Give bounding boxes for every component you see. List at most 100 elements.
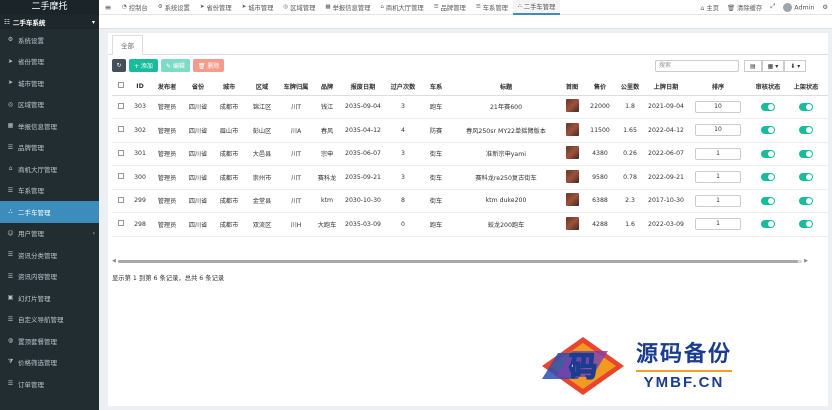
sort-input[interactable]: 1 — [695, 218, 741, 231]
sidebar-item[interactable]: ⛬ 二手车管理 — [0, 201, 99, 223]
row-checkbox-cell[interactable] — [112, 142, 130, 166]
sidebar-item[interactable]: ☺ 用户管理 ‹ — [0, 223, 99, 245]
thumbnail-image[interactable] — [565, 122, 579, 136]
cell-image[interactable] — [560, 165, 584, 190]
thumbnail-image[interactable] — [565, 99, 579, 113]
scroll-right-icon[interactable]: ▶ — [804, 258, 808, 264]
sidebar-item[interactable]: ▣ 幻灯片管理 — [0, 287, 99, 309]
row-checkbox-cell[interactable] — [112, 95, 130, 119]
menu-toggle-icon[interactable]: ≡ — [99, 3, 117, 12]
listing-status-toggle[interactable] — [799, 149, 813, 158]
clear-cache-button[interactable]: 🗑 清除缓存 — [723, 3, 766, 12]
sort-input[interactable]: 1 — [695, 147, 741, 160]
row-checkbox-cell[interactable] — [112, 189, 130, 213]
cell-image[interactable] — [560, 95, 584, 119]
sort-input[interactable]: 10 — [695, 124, 741, 137]
nav-tab[interactable]: ☰ 车系管理 — [471, 0, 513, 15]
sort-input[interactable]: 1 — [695, 171, 741, 184]
edit-button[interactable]: ✎ 编辑 — [160, 59, 190, 72]
cell-title: 春风250sr MY22单摇臂版本 — [452, 118, 560, 143]
thumbnail-image[interactable] — [565, 193, 579, 207]
sidebar-item[interactable]: ☰ 自定义导航管理 — [0, 309, 99, 331]
table-row[interactable]: 303 管理员 四川省 成都市 锦江区 川T 钱江 2035-09-04 3 跑车 21年赛600 2… — [112, 95, 828, 119]
table-row[interactable]: 302 管理员 四川省 眉山市 彭山区 川A 春风 2035-04-12 4 防赛 春风250sr … — [112, 118, 828, 143]
sidebar-item[interactable]: ▦ 举报信息管理 — [0, 115, 99, 137]
columns-button[interactable]: ▦ ▾ — [761, 60, 785, 72]
sidebar-item[interactable]: ⧩ 价格筛选管理 — [0, 352, 99, 374]
sidebar-item[interactable]: ☰ 资讯分类管理 — [0, 244, 99, 266]
user-menu[interactable]: Admin — [779, 2, 818, 12]
row-checkbox-cell[interactable] — [112, 118, 130, 143]
sidebar-item[interactable]: ➤ 城市管理 — [0, 72, 99, 94]
row-checkbox[interactable] — [118, 102, 124, 109]
review-status-toggle[interactable] — [761, 196, 775, 205]
review-status-toggle[interactable] — [761, 173, 775, 182]
row-checkbox-cell[interactable] — [112, 165, 130, 190]
scroll-left-icon[interactable]: ◀ — [112, 258, 116, 264]
thumbnail-image[interactable] — [565, 216, 579, 230]
app-logo[interactable]: 二手摩托 — [0, 0, 99, 15]
sidebar-item[interactable]: ⌂ 商机大厅管理 — [0, 158, 99, 180]
row-checkbox[interactable] — [118, 220, 124, 227]
nav-tab[interactable]: ➤ 城市管理 — [237, 0, 279, 15]
nav-tab[interactable]: ⛬ 二手车管理 — [512, 0, 561, 15]
fullscreen-icon[interactable]: ⤢ — [766, 3, 779, 11]
sidebar-item[interactable]: ☰ 品牌管理 — [0, 137, 99, 159]
listing-status-toggle[interactable] — [799, 126, 813, 135]
horizontal-scrollbar[interactable]: ◀ ▶ — [112, 257, 808, 265]
settings-icon[interactable]: ⚙ — [818, 4, 832, 11]
sort-input[interactable]: 10 — [695, 100, 741, 113]
scroll-thumb[interactable] — [118, 260, 798, 263]
table-row[interactable]: 301 管理员 四川省 成都市 大邑县 川T 宗申 2035-06-07 3 街车 准新宗申yami… — [112, 142, 828, 166]
sidebar-item[interactable]: ◎ 区域管理 — [0, 94, 99, 116]
nav-tab[interactable]: ⌂ 商机大厅管理 — [375, 0, 428, 15]
sidebar-item[interactable]: ☰ 订单管理 — [0, 373, 99, 395]
review-status-toggle[interactable] — [761, 149, 775, 158]
sidebar-section-header[interactable]: ☷ 二手车系统 ▾ — [0, 15, 99, 29]
tab-all[interactable]: 全部 — [112, 35, 143, 55]
sort-input[interactable]: 1 — [695, 194, 741, 207]
row-checkbox[interactable] — [118, 173, 124, 180]
sidebar-item[interactable]: ☰ 车系管理 — [0, 180, 99, 202]
column-header: 操作 — [824, 78, 828, 96]
review-status-toggle[interactable] — [761, 126, 775, 135]
table-row[interactable]: 300 管理员 四川省 成都市 崇州市 川T 赛科龙 2035-09-21 3 街车 赛科龙re25… — [112, 165, 828, 190]
refresh-button[interactable]: ↻ — [112, 59, 126, 72]
search-input[interactable]: 搜索 — [655, 60, 739, 72]
toggle-view-button[interactable]: ▤ — [744, 60, 762, 72]
select-all-checkbox[interactable] — [112, 78, 130, 96]
cell-image[interactable] — [560, 118, 584, 143]
cell-image[interactable] — [560, 189, 584, 213]
checkbox[interactable] — [118, 82, 124, 89]
listing-status-toggle[interactable] — [799, 196, 813, 205]
cell-image[interactable] — [560, 212, 584, 237]
sidebar-item[interactable]: ◍ 置顶套餐管理 — [0, 330, 99, 352]
nav-tab[interactable]: ➤ 省份管理 — [195, 0, 237, 15]
nav-tab[interactable]: ☰ 品牌管理 — [429, 0, 471, 15]
table-row[interactable]: 298 管理员 四川省 成都市 双流区 川H 大跑车 2035-03-09 0 跑车 蛟龙200跑车… — [112, 212, 828, 237]
sidebar-item[interactable]: ☰ 资讯内容管理 — [0, 266, 99, 288]
listing-status-toggle[interactable] — [799, 220, 813, 229]
cell-image[interactable] — [560, 142, 584, 166]
sidebar-item[interactable]: ⚙ 系统设置 — [0, 29, 99, 51]
listing-status-toggle[interactable] — [799, 173, 813, 182]
nav-tab[interactable]: ▦ 举报信息管理 — [320, 0, 375, 15]
home-link[interactable]: ⌂ 主页 — [696, 3, 723, 12]
export-button[interactable]: ⬇ ▾ — [784, 60, 807, 72]
add-button[interactable]: + 添加 — [129, 59, 158, 72]
review-status-toggle[interactable] — [761, 102, 775, 111]
row-checkbox[interactable] — [118, 196, 124, 203]
nav-tab[interactable]: ◎ 区域管理 — [278, 0, 320, 15]
thumbnail-image[interactable] — [565, 146, 579, 160]
row-checkbox[interactable] — [118, 126, 124, 133]
row-checkbox[interactable] — [118, 149, 124, 156]
sidebar-item[interactable]: ➤ 省份管理 — [0, 51, 99, 73]
row-checkbox-cell[interactable] — [112, 212, 130, 237]
listing-status-toggle[interactable] — [799, 102, 813, 111]
delete-button[interactable]: 🗑 删除 — [192, 59, 225, 72]
table-row[interactable]: 299 管理员 四川省 成都市 金堂县 川T ktm 2030-10-30 8 街车 ktm duk… — [112, 189, 828, 213]
thumbnail-image[interactable] — [565, 169, 579, 183]
review-status-toggle[interactable] — [761, 220, 775, 229]
nav-tab[interactable]: ⚙ 系统设置 — [153, 0, 195, 15]
nav-tab[interactable]: ◔ 控制台 — [117, 0, 153, 15]
